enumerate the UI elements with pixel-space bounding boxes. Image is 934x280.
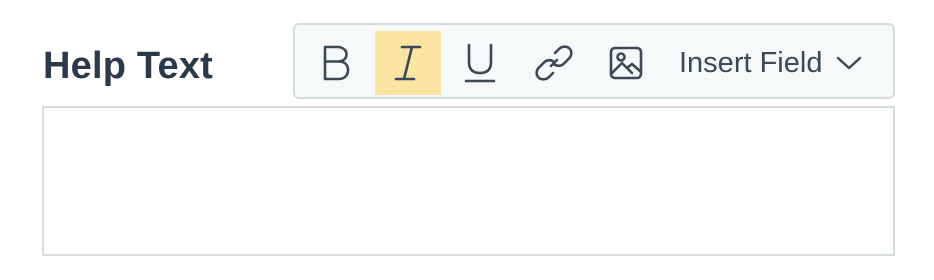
link-icon	[534, 43, 574, 83]
image-icon	[608, 45, 644, 81]
italic-button[interactable]	[375, 31, 441, 95]
insert-field-label: Insert Field	[679, 46, 823, 79]
help-text-field: Help Text Insert Field	[0, 0, 934, 280]
field-label: Help Text	[43, 45, 214, 87]
link-button[interactable]	[519, 31, 589, 95]
bold-icon	[321, 44, 351, 82]
chevron-down-icon	[836, 55, 862, 71]
bold-button[interactable]	[301, 31, 371, 95]
image-button[interactable]	[591, 31, 661, 95]
underline-icon	[464, 42, 496, 84]
help-text-editor[interactable]	[42, 106, 895, 256]
insert-field-dropdown[interactable]: Insert Field	[679, 31, 879, 95]
formatting-toolbar: Insert Field	[293, 23, 895, 99]
italic-icon	[393, 43, 423, 83]
underline-button[interactable]	[445, 31, 515, 95]
